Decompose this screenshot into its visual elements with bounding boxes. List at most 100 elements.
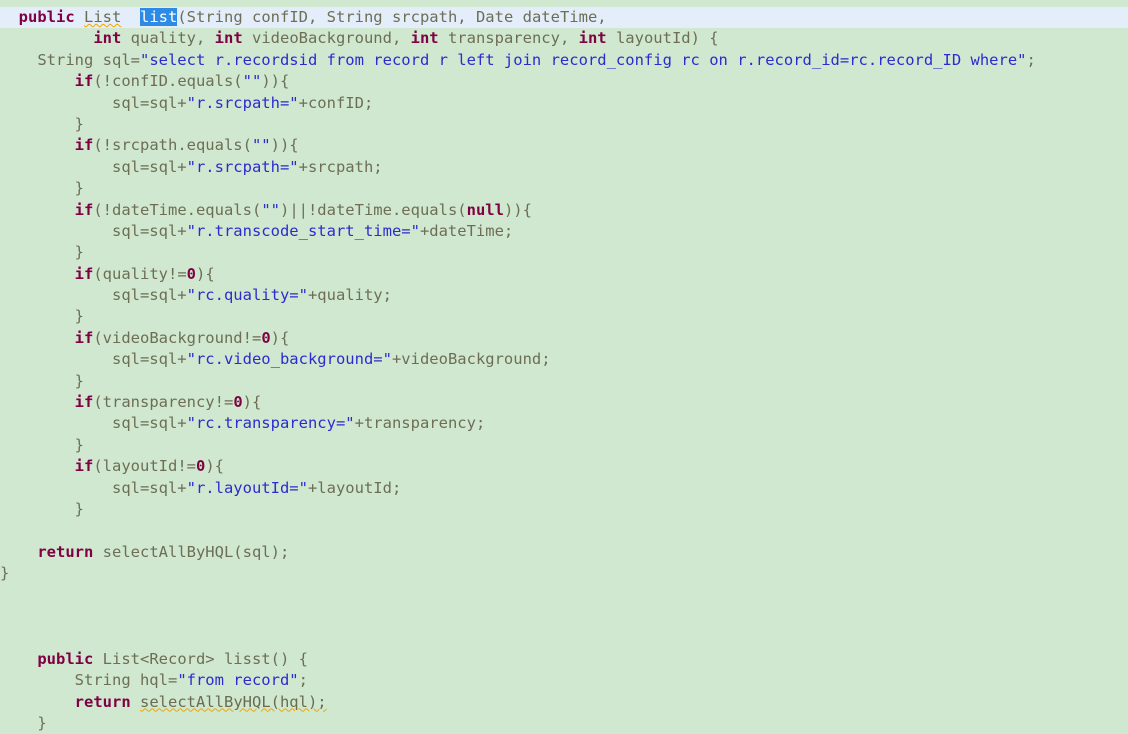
code-token: ){ bbox=[270, 328, 290, 347]
code-token: } bbox=[0, 564, 10, 583]
code-line[interactable]: if(layoutId!=0){ bbox=[0, 456, 1128, 477]
keyword-token: null bbox=[466, 200, 504, 219]
code-token: } bbox=[0, 243, 84, 262]
code-token: (!dateTime.equals( bbox=[93, 200, 262, 219]
keyword-token: 0 bbox=[233, 393, 243, 412]
keyword-token: int bbox=[93, 29, 122, 48]
code-line[interactable]: } bbox=[0, 114, 1128, 135]
code-line[interactable]: } bbox=[0, 178, 1128, 199]
code-token: ; bbox=[298, 671, 308, 690]
code-line[interactable]: int quality, int videoBackground, int tr… bbox=[0, 28, 1128, 49]
warning-underlined-token: selectAllByHQL(hql); bbox=[140, 692, 327, 711]
code-line[interactable]: sql=sql+"r.layoutId="+layoutId; bbox=[0, 478, 1128, 499]
string-token: "r.layoutId=" bbox=[186, 478, 308, 497]
code-line[interactable]: if(!dateTime.equals("")||!dateTime.equal… bbox=[0, 200, 1128, 221]
code-line[interactable]: } bbox=[0, 435, 1128, 456]
code-line[interactable]: } bbox=[0, 371, 1128, 392]
code-token: sql=sql+ bbox=[0, 157, 187, 176]
keyword-token: 0 bbox=[186, 264, 196, 283]
code-line[interactable]: sql=sql+"rc.transparency="+transparency; bbox=[0, 413, 1128, 434]
code-line[interactable] bbox=[0, 606, 1128, 627]
code-line[interactable]: sql=sql+"rc.video_background="+videoBack… bbox=[0, 349, 1128, 370]
string-token: "from record" bbox=[177, 671, 299, 690]
keyword-token: int bbox=[410, 29, 439, 48]
code-line[interactable]: return selectAllByHQL(hql); bbox=[0, 692, 1128, 713]
code-line[interactable]: } bbox=[0, 713, 1128, 734]
string-token: "rc.transparency=" bbox=[186, 414, 355, 433]
selected-token[interactable]: list bbox=[140, 8, 178, 26]
code-token: ; bbox=[1026, 50, 1036, 69]
code-token: List<Record> lisst() { bbox=[93, 649, 308, 668]
string-token: "r.srcpath=" bbox=[186, 157, 299, 176]
code-line[interactable]: if(!confID.equals("")){ bbox=[0, 71, 1128, 92]
keyword-token: public bbox=[37, 649, 94, 668]
code-line[interactable]: String sql="select r.recordsid from reco… bbox=[0, 50, 1128, 71]
string-token: "r.srcpath=" bbox=[186, 93, 299, 112]
code-token: +dateTime; bbox=[419, 221, 514, 240]
code-line[interactable]: if(!srcpath.equals("")){ bbox=[0, 135, 1128, 156]
code-token: (transparency!= bbox=[93, 393, 234, 412]
code-token: } bbox=[0, 435, 84, 454]
code-line[interactable]: if(quality!=0){ bbox=[0, 264, 1128, 285]
code-line[interactable]: } bbox=[0, 242, 1128, 263]
code-line[interactable] bbox=[0, 627, 1128, 648]
code-token: selectAllByHQL(sql); bbox=[93, 542, 290, 561]
code-token: +srcpath; bbox=[298, 157, 383, 176]
code-token: )){ bbox=[270, 136, 299, 155]
code-token: } bbox=[0, 179, 84, 198]
code-line[interactable]: public List<Record> lisst() { bbox=[0, 649, 1128, 670]
code-line[interactable]: if(transparency!=0){ bbox=[0, 392, 1128, 413]
code-token: sql=sql+ bbox=[0, 286, 187, 305]
code-token: (layoutId!= bbox=[93, 457, 196, 476]
code-editor-viewport[interactable]: public List list(String confID, String s… bbox=[0, 0, 1128, 732]
keyword-token: if bbox=[74, 393, 94, 412]
code-token: sql=sql+ bbox=[0, 93, 187, 112]
keyword-token: if bbox=[74, 136, 94, 155]
code-token: } bbox=[0, 499, 84, 518]
code-line[interactable]: String hql="from record"; bbox=[0, 670, 1128, 691]
code-line[interactable]: } bbox=[0, 499, 1128, 520]
code-token: +layoutId; bbox=[307, 478, 402, 497]
code-token: layoutId) { bbox=[606, 29, 719, 48]
code-token: (quality!= bbox=[93, 264, 187, 283]
code-token: (videoBackground!= bbox=[93, 328, 262, 347]
keyword-token: if bbox=[74, 328, 94, 347]
keyword-token: public bbox=[18, 8, 75, 26]
code-line[interactable]: sql=sql+"r.transcode_start_time="+dateTi… bbox=[0, 221, 1128, 242]
code-line[interactable]: public List list(String confID, String s… bbox=[0, 7, 1128, 29]
code-line[interactable]: sql=sql+"r.srcpath="+srcpath; bbox=[0, 157, 1128, 178]
code-token: String sql= bbox=[0, 50, 140, 69]
code-line[interactable]: } bbox=[0, 306, 1128, 327]
code-line[interactable]: sql=sql+"r.srcpath="+confID; bbox=[0, 93, 1128, 114]
keyword-token: 0 bbox=[261, 328, 271, 347]
code-token: } bbox=[0, 713, 47, 732]
string-token: "rc.quality=" bbox=[186, 286, 308, 305]
code-line[interactable]: return selectAllByHQL(sql); bbox=[0, 542, 1128, 563]
code-token: ){ bbox=[205, 457, 224, 476]
code-token: } bbox=[0, 114, 84, 133]
keyword-token: if bbox=[74, 200, 94, 219]
code-token: +quality; bbox=[307, 286, 392, 305]
code-line[interactable] bbox=[0, 520, 1128, 541]
string-token: "r.transcode_start_time=" bbox=[186, 221, 420, 240]
code-line[interactable]: if(videoBackground!=0){ bbox=[0, 328, 1128, 349]
code-line[interactable] bbox=[0, 585, 1128, 606]
code-token: sql=sql+ bbox=[0, 350, 187, 369]
code-line[interactable]: } bbox=[0, 563, 1128, 584]
code-token: ){ bbox=[196, 264, 215, 283]
keyword-token: if bbox=[74, 72, 94, 91]
code-token: quality, bbox=[121, 29, 215, 48]
code-line[interactable]: sql=sql+"rc.quality="+quality; bbox=[0, 285, 1128, 306]
code-token: String hql= bbox=[0, 671, 178, 690]
code-token: )){ bbox=[261, 72, 290, 91]
